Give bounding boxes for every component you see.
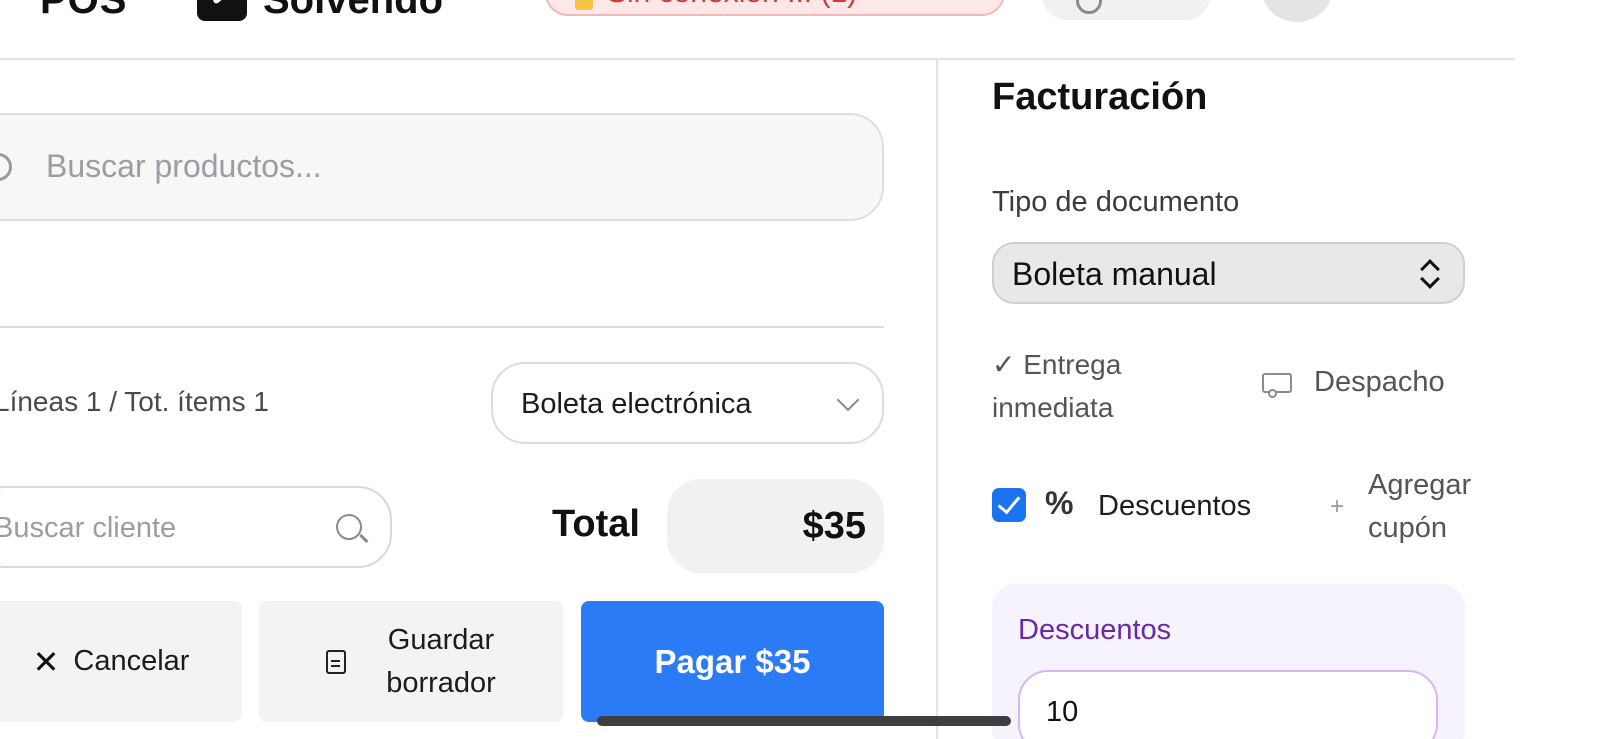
discount-input-value: 10	[1046, 696, 1079, 728]
total-label: Total	[552, 503, 640, 545]
panel-divider	[936, 60, 938, 739]
home-indicator[interactable]	[597, 716, 1011, 726]
alert-text: Sin conexión ... (1)	[607, 0, 857, 10]
client-search-input[interactable]: Buscar cliente	[0, 486, 392, 568]
brand-logo-icon	[197, 0, 247, 21]
doc-type-label: Tipo de documento	[992, 186, 1240, 218]
product-search-placeholder: Buscar productos...	[46, 148, 322, 184]
save-draft-button[interactable]: Guardar borrador	[259, 601, 563, 722]
offline-alert-badge[interactable]: Sin conexión ... (1)	[545, 0, 1005, 16]
top-bar: POS Solvendo Sin conexión ... (1)	[0, 0, 1515, 60]
discounts-card: Descuentos 10	[992, 584, 1465, 739]
app-title: POS	[40, 0, 128, 22]
billing-title: Facturación	[992, 76, 1208, 118]
brand-name: Solvendo	[263, 0, 444, 22]
dispatch-label: Despacho	[1314, 366, 1445, 398]
pay-button-label: Pagar $35	[654, 642, 811, 680]
total-display: $35	[667, 479, 884, 573]
truck-icon	[1262, 372, 1292, 398]
document-type-dropdown-value: Boleta electrónica	[521, 388, 752, 420]
save-draft-label-line1: Guardar	[387, 623, 495, 656]
warning-icon	[575, 0, 593, 10]
discounts-checkbox[interactable]	[992, 488, 1026, 522]
help-icon	[1076, 0, 1102, 14]
total-value: $35	[802, 505, 866, 547]
brand[interactable]: Solvendo	[197, 0, 443, 23]
add-coupon-line2: cupón	[1368, 512, 1448, 544]
product-search-input[interactable]: Buscar productos...	[0, 113, 884, 221]
add-coupon-line1: Agregar	[1368, 469, 1472, 501]
plus-icon[interactable]: +	[1330, 493, 1344, 521]
percent-icon: %	[1045, 485, 1074, 521]
close-icon: ✕	[32, 643, 60, 680]
pay-button[interactable]: Pagar $35	[581, 601, 884, 722]
discounts-card-title: Descuentos	[1018, 614, 1172, 646]
save-draft-label: Guardar borrador	[386, 619, 496, 705]
chevron-down-icon	[836, 388, 860, 412]
immediate-delivery-line2: inmediata	[992, 392, 1114, 423]
save-draft-label-line2: borrador	[386, 666, 496, 699]
discounts-label: Descuentos	[1098, 490, 1252, 522]
chevron-up-down-icon	[1419, 258, 1439, 288]
cart-lines-summary: Líneas 1 / Tot. ítems 1	[0, 386, 269, 417]
cart-divider	[0, 326, 884, 328]
search-icon	[0, 153, 12, 181]
search-icon	[336, 514, 362, 540]
discount-input[interactable]: 10	[1018, 670, 1438, 739]
add-coupon-button[interactable]: Agregar cupón	[1368, 464, 1471, 550]
avatar[interactable]	[1262, 0, 1332, 22]
billing-doc-type-value: Boleta manual	[1012, 256, 1217, 292]
cancel-button-label: Cancelar	[73, 645, 190, 677]
help-button[interactable]	[1042, 0, 1210, 20]
dispatch-option[interactable]: Despacho	[1262, 366, 1445, 399]
client-search-placeholder: Buscar cliente	[0, 512, 177, 544]
immediate-delivery-option[interactable]: ✓ Entrega inmediata	[992, 343, 1192, 429]
billing-doc-type-select[interactable]: Boleta manual	[992, 242, 1465, 304]
document-icon	[326, 649, 347, 674]
document-type-dropdown[interactable]: Boleta electrónica	[491, 362, 884, 444]
immediate-delivery-line1: ✓ Entrega	[992, 349, 1122, 380]
cancel-button[interactable]: ✕ Cancelar	[0, 601, 242, 722]
